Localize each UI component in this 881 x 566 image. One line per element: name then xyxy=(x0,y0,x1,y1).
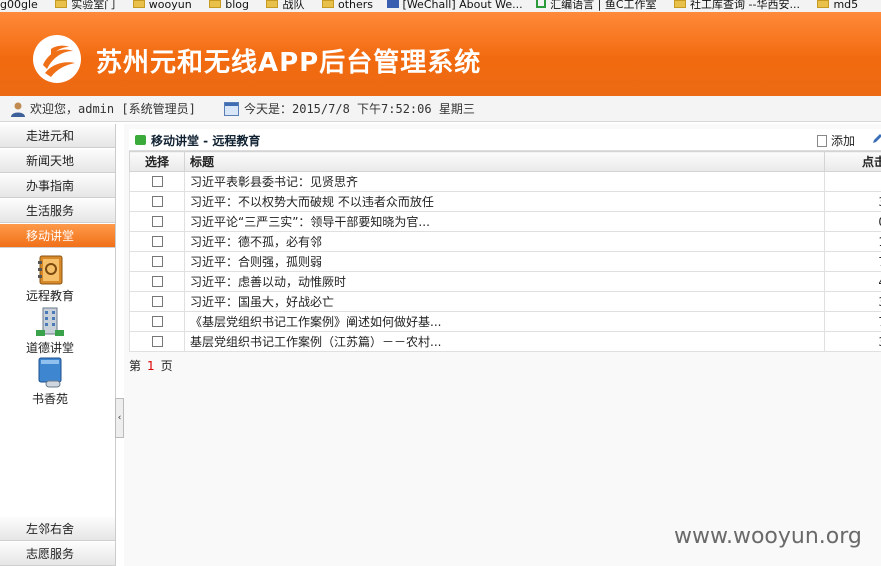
folder-icon xyxy=(266,0,279,8)
bookmark-item[interactable]: wooyun xyxy=(129,0,192,10)
row-clicks: 3 xyxy=(824,191,881,212)
page-title: 苏州元和无线APP后台管理系统 xyxy=(96,48,482,78)
site-icon xyxy=(536,0,547,8)
folder-icon xyxy=(55,0,68,8)
row-clicks: 7 xyxy=(824,311,881,332)
table-row: 《基层党组织书记工作案例》阐述如何做好基...7 xyxy=(129,311,881,332)
column-header-select: 选择 xyxy=(129,151,185,172)
row-title[interactable]: 《基层党组织书记工作案例》阐述如何做好基... xyxy=(184,311,825,332)
table-row: 基层党组织书记工作案例（江苏篇）－－农村...3 xyxy=(129,331,881,352)
subnav-remote-education[interactable]: 远程教育 xyxy=(0,254,100,304)
address-book-icon xyxy=(38,255,63,285)
table-row: 习近平：德不孤，必有邻1 xyxy=(129,231,881,252)
column-header-clicks: 点击 xyxy=(824,151,881,172)
bookmark-item[interactable]: md5 xyxy=(813,0,858,10)
table-row: 习近平论“三严三实”：领导干部要知晓为官...0 xyxy=(129,211,881,232)
bookmark-item[interactable]: g00gle xyxy=(0,0,38,10)
row-clicks: 3 xyxy=(824,291,881,312)
building-icon xyxy=(36,307,64,336)
row-title[interactable]: 习近平表彰县委书记：见贤思齐 xyxy=(184,171,825,192)
bookmark-item[interactable]: 战队 xyxy=(262,0,304,10)
wechall-icon xyxy=(386,0,399,8)
bookmarks-bar: g00gle 实验室门 wooyun blog 战队 others [WeCha… xyxy=(0,0,881,12)
bookmark-item[interactable]: others xyxy=(318,0,373,10)
sidebar-item-volunteer[interactable]: 志愿服务 xyxy=(0,542,115,566)
data-table: 选择 标题 点击 习近平表彰县委书记：见贤思齐 习近平：不以权势大而破规 不以违… xyxy=(129,151,881,352)
folder-icon xyxy=(817,0,830,8)
bookmark-item[interactable]: 汇编语言 | 鱼C工作室 xyxy=(536,0,657,10)
folder-icon xyxy=(321,0,334,8)
row-checkbox[interactable] xyxy=(151,295,163,307)
calendar-icon xyxy=(224,102,239,116)
user-icon xyxy=(11,102,25,117)
subnav-book-garden[interactable]: 书香苑 xyxy=(0,357,100,407)
pagination: 第1页 xyxy=(129,359,173,373)
date-text: 今天是：2015/7/8 下午7:52:06 星期三 xyxy=(244,102,475,116)
table-header: 选择 标题 点击 xyxy=(129,151,881,172)
breadcrumb: 移动讲堂 - 远程教育 添加 xyxy=(129,129,881,151)
collapse-sidebar-button[interactable]: ‹ xyxy=(115,398,124,438)
table-row: 习近平：不以权势大而破规 不以违者众而放任3 xyxy=(129,191,881,212)
row-checkbox[interactable] xyxy=(151,195,163,207)
folder-icon xyxy=(209,0,222,8)
row-title[interactable]: 习近平：国虽大，好战必亡 xyxy=(184,291,825,312)
sidebar-item-mobile-lecture[interactable]: 移动讲堂 xyxy=(0,224,115,248)
row-checkbox[interactable] xyxy=(151,275,163,287)
row-title[interactable]: 习近平论“三严三实”：领导干部要知晓为官... xyxy=(184,211,825,232)
row-clicks xyxy=(824,171,881,192)
table-row: 习近平表彰县委书记：见贤思齐 xyxy=(129,171,881,192)
sidebar-item-guide[interactable]: 办事指南 xyxy=(0,174,115,198)
row-title[interactable]: 基层党组织书记工作案例（江苏篇）－－农村... xyxy=(184,331,825,352)
row-checkbox[interactable] xyxy=(151,175,163,187)
book-icon xyxy=(38,357,62,388)
row-checkbox[interactable] xyxy=(151,235,163,247)
folder-icon xyxy=(132,0,145,8)
row-checkbox[interactable] xyxy=(151,215,163,227)
welcome-text: 欢迎您，admin [系统管理员] xyxy=(30,102,196,116)
table-row: 习近平：合则强，孤则弱7 xyxy=(129,251,881,272)
sidebar-item-news[interactable]: 新闻天地 xyxy=(0,149,115,173)
row-clicks: 4 xyxy=(824,271,881,292)
sidebar: 走进元和 新闻天地 办事指南 生活服务 移动讲堂 远程教育 道德讲堂 书香苑 左… xyxy=(0,124,116,566)
row-checkbox[interactable] xyxy=(151,335,163,347)
row-checkbox[interactable] xyxy=(151,315,163,327)
row-clicks: 0 xyxy=(824,211,881,232)
watermark: www.wooyun.org xyxy=(674,524,862,549)
row-clicks: 7 xyxy=(824,251,881,272)
row-title[interactable]: 习近平：不以权势大而破规 不以违者众而放任 xyxy=(184,191,825,212)
app-window: g00gle 实验室门 wooyun blog 战队 others [WeCha… xyxy=(0,0,881,566)
bookmark-item[interactable]: [WeChall] About We... xyxy=(386,0,523,10)
document-icon xyxy=(817,135,827,147)
table-row: 习近平：虑善以动，动惟厥时4 xyxy=(129,271,881,292)
bookmark-item[interactable]: 实验室门 xyxy=(51,0,115,10)
row-checkbox[interactable] xyxy=(151,255,163,267)
user-info-bar: 欢迎您，admin [系统管理员] 今天是：2015/7/8 下午7:52:06… xyxy=(0,96,881,122)
bookmark-item[interactable]: blog xyxy=(205,0,249,10)
sidebar-item-neighbors[interactable]: 左邻右舍 xyxy=(0,517,115,541)
edit-icon[interactable] xyxy=(871,133,881,145)
row-title[interactable]: 习近平：虑善以动，动惟厥时 xyxy=(184,271,825,292)
page-number[interactable]: 1 xyxy=(147,359,155,373)
main-content: 移动讲堂 - 远程教育 添加 选择 标题 点击 习近平表彰县委书记：见贤思齐 习… xyxy=(124,124,881,566)
logo-icon xyxy=(33,35,81,83)
bookmark-item[interactable]: 社工库查询 --华西安... xyxy=(670,0,800,10)
sidebar-item-life[interactable]: 生活服务 xyxy=(0,199,115,223)
row-clicks: 1 xyxy=(824,231,881,252)
table-row: 习近平：国虽大，好战必亡3 xyxy=(129,291,881,312)
column-header-title: 标题 xyxy=(184,151,825,172)
row-clicks: 3 xyxy=(824,331,881,352)
add-button[interactable]: 添加 xyxy=(817,132,855,149)
arrow-icon xyxy=(135,135,146,145)
subnav-moral-lecture[interactable]: 道德讲堂 xyxy=(0,306,100,356)
sidebar-item-about[interactable]: 走进元和 xyxy=(0,124,115,148)
row-title[interactable]: 习近平：德不孤，必有邻 xyxy=(184,231,825,252)
page-icon xyxy=(674,0,687,8)
row-title[interactable]: 习近平：合则强，孤则弱 xyxy=(184,251,825,272)
breadcrumb-text: 移动讲堂 - 远程教育 xyxy=(151,134,261,148)
header-banner: 苏州元和无线APP后台管理系统 xyxy=(0,12,881,96)
